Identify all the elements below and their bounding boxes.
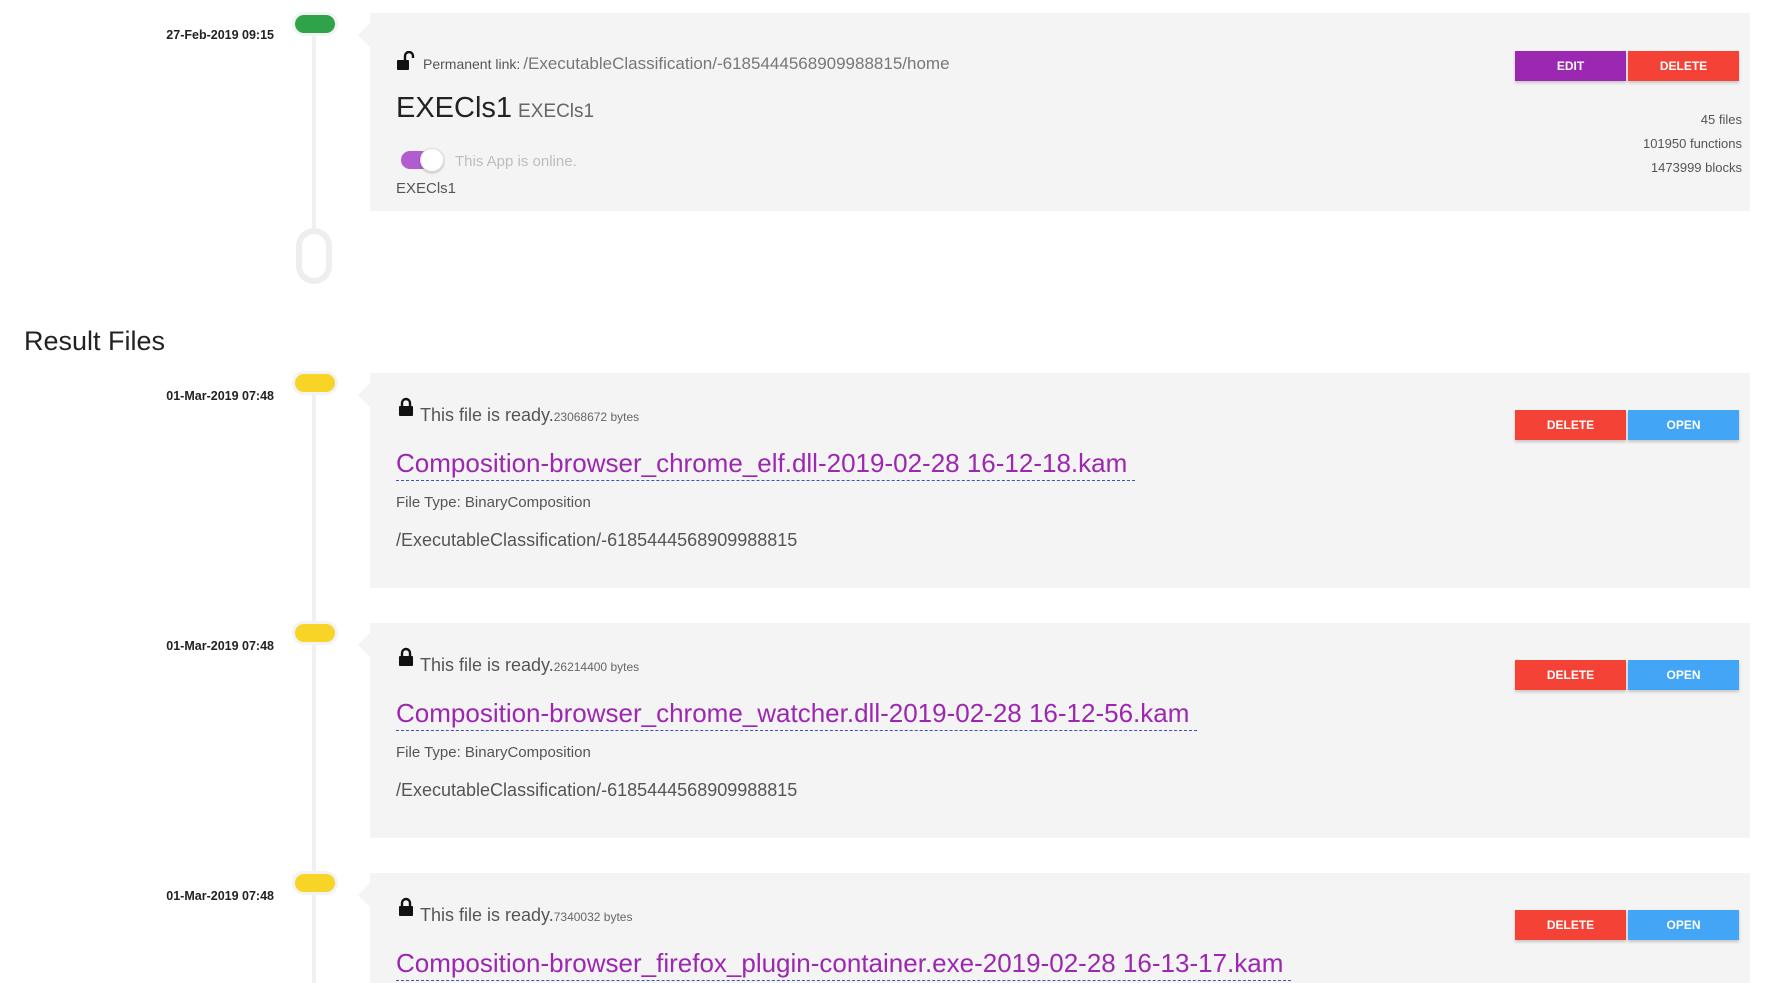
lock-icon: [399, 397, 413, 416]
file-status-text: This file is ready.: [420, 405, 554, 425]
lock-icon: [399, 647, 413, 666]
file-type: File Type: BinaryComposition: [396, 744, 591, 761]
open-file-button[interactable]: OPEN: [1628, 660, 1739, 690]
app-stats: 45 files 101950 functions 1473999 blocks: [1643, 108, 1742, 180]
permanent-link-label: Permanent link:: [423, 56, 521, 72]
online-toggle[interactable]: [401, 148, 444, 172]
file-path: /ExecutableClassification/-6185444568909…: [396, 530, 798, 550]
delete-file-button[interactable]: DELETE: [1515, 660, 1626, 690]
file-status-text: This file is ready.: [420, 655, 554, 675]
open-file-button[interactable]: OPEN: [1628, 410, 1739, 440]
file-type: File Type: BinaryComposition: [396, 494, 591, 511]
files-count: 45 files: [1700, 112, 1742, 127]
toggle-knob: [420, 148, 444, 172]
file-date: 01-Mar-2019 07:48: [166, 889, 274, 903]
app-entry-date: 27-Feb-2019 09:15: [166, 28, 274, 42]
file-name-link[interactable]: Composition-browser_chrome_elf.dll-2019-…: [396, 448, 1136, 481]
file-date: 01-Mar-2019 07:48: [166, 389, 274, 403]
file-status-text: This file is ready.: [420, 905, 554, 925]
timeline-line: [312, 20, 316, 250]
delete-file-button[interactable]: DELETE: [1515, 410, 1626, 440]
file-size: 23068672 bytes: [553, 410, 640, 424]
file-status: This file is ready.7340032 bytes: [420, 905, 632, 926]
file-status: This file is ready.23068672 bytes: [420, 405, 639, 426]
permanent-link: Permanent link:/ExecutableClassification…: [423, 54, 950, 74]
file-card: This file is ready.7340032 bytes Composi…: [358, 873, 1750, 983]
file-name-link[interactable]: Composition-browser_firefox_plugin-conta…: [396, 948, 1292, 981]
file-card: This file is ready.26214400 bytes Compos…: [358, 623, 1750, 838]
timeline-end-marker: [296, 228, 332, 284]
online-status-marker: [292, 12, 338, 36]
app-name: EXECls1: [396, 92, 513, 124]
file-ready-marker: [292, 621, 338, 645]
delete-file-button[interactable]: DELETE: [1515, 910, 1626, 940]
result-files-heading: Result Files: [24, 326, 166, 356]
edit-button[interactable]: EDIT: [1515, 51, 1626, 81]
blocks-count: 1473999 blocks: [1650, 160, 1742, 175]
file-size: 26214400 bytes: [553, 660, 640, 674]
file-name-link[interactable]: Composition-browser_chrome_watcher.dll-2…: [396, 698, 1198, 731]
open-file-button[interactable]: OPEN: [1628, 910, 1739, 940]
file-path: /ExecutableClassification/-6185444568909…: [396, 780, 798, 800]
file-ready-marker: [292, 371, 338, 395]
permanent-link-path[interactable]: /ExecutableClassification/-6185444568909…: [523, 54, 949, 73]
file-size: 7340032 bytes: [553, 910, 633, 924]
file-card: This file is ready.23068672 bytes Compos…: [358, 373, 1750, 588]
lock-icon: [399, 897, 413, 916]
functions-count: 101950 functions: [1642, 136, 1742, 151]
app-title: EXECls1 EXECls1: [396, 92, 594, 125]
file-status: This file is ready.26214400 bytes: [420, 655, 639, 676]
unlock-icon: [397, 51, 415, 70]
app-subname: EXECls1: [518, 101, 595, 122]
delete-app-button[interactable]: DELETE: [1628, 51, 1739, 81]
file-date: 01-Mar-2019 07:48: [166, 639, 274, 653]
app-card: Permanent link:/ExecutableClassification…: [358, 13, 1750, 211]
file-ready-marker: [292, 871, 338, 895]
app-description: EXECls1: [396, 180, 457, 197]
online-status-text: This App is online.: [455, 153, 577, 170]
